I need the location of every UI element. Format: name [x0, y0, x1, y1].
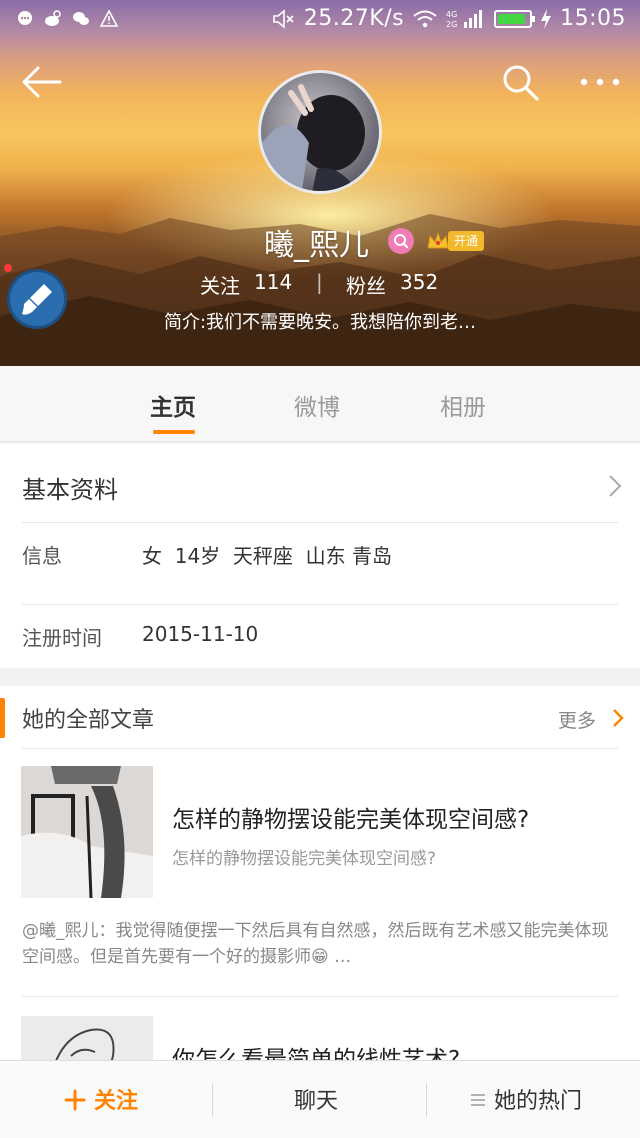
- following-label[interactable]: 关注: [200, 270, 240, 299]
- warning-icon: [100, 10, 118, 27]
- wechat-icon: [73, 12, 89, 25]
- battery-icon: [494, 9, 536, 28]
- more-articles-link[interactable]: 更多: [558, 706, 596, 733]
- nickname-row: 曦_熙儿 开通: [0, 218, 640, 263]
- still-life-photo: [21, 766, 153, 898]
- articles-card: 她的全部文章 更多 怎样的静物摆设能完美体现空间感? 怎样的静物摆设能完美体现空…: [0, 686, 640, 1076]
- weibo-icon: [45, 10, 61, 26]
- bio-text: 简介:我们不需要晚安。我想陪你到老…: [163, 312, 477, 333]
- status-bar: 25.27K/s 4G 2G 15:05: [0, 0, 640, 44]
- her-hot-button-label: 她的热门: [494, 1089, 583, 1114]
- follow-button[interactable]: 关注: [64, 1083, 138, 1115]
- crown-icon: [427, 231, 449, 249]
- vip-badge[interactable]: 开通: [426, 228, 485, 254]
- wifi-icon: [413, 10, 437, 27]
- customize-background-button[interactable]: [7, 269, 67, 329]
- bar-divider: [426, 1083, 427, 1117]
- chat-button-label: 聊天: [294, 1089, 339, 1114]
- svg-text:2G: 2G: [446, 20, 457, 29]
- chat-button[interactable]: 聊天: [294, 1083, 338, 1115]
- followers-count[interactable]: 352: [400, 270, 438, 294]
- follow-stats: 关注 114 | 粉丝 352: [0, 270, 640, 300]
- vip-activate-label: 开通: [448, 231, 485, 251]
- divider: [22, 604, 618, 605]
- active-tab-indicator: [153, 430, 195, 434]
- charging-icon: [541, 8, 552, 29]
- section-accent-bar: [0, 698, 5, 738]
- chevron-right-icon[interactable]: [612, 708, 624, 728]
- avatar[interactable]: [258, 70, 382, 194]
- mute-icon: [272, 8, 294, 29]
- network-speed: 25.27K/s: [303, 6, 405, 31]
- info-value: 女 14岁 天秤座 山东 青岛: [142, 544, 392, 568]
- divider: [22, 996, 618, 997]
- articles-section-title: 她的全部文章: [22, 708, 155, 733]
- follow-button-label: 关注: [94, 1089, 139, 1114]
- back-arrow-icon[interactable]: [20, 64, 64, 100]
- article-headline[interactable]: 怎样的静物摆设能完美体现空间感?: [172, 800, 529, 834]
- chat-bubble-icon: [18, 11, 32, 25]
- article-subtitle: 怎样的静物摆设能完美体现空间感?: [172, 849, 437, 869]
- divider: [22, 522, 618, 523]
- profile-header: 25.27K/s 4G 2G 15:05 曦_熙儿 开通 关注 114 | 粉丝…: [0, 0, 640, 366]
- basic-info-title[interactable]: 基本资料: [22, 470, 118, 505]
- svg-text:4G: 4G: [446, 10, 457, 19]
- more-options-icon[interactable]: [578, 70, 622, 94]
- profile-tabs: 主页 微博 相册: [0, 366, 640, 442]
- verified-badge[interactable]: [388, 228, 414, 254]
- menu-lines-icon: [471, 1094, 485, 1106]
- register-time-value: 2015-11-10: [142, 622, 259, 646]
- tab-home[interactable]: 主页: [150, 388, 196, 422]
- tab-album[interactable]: 相册: [440, 388, 486, 422]
- bottom-action-bar: 关注 聊天 她的热门: [0, 1060, 640, 1138]
- search-icon[interactable]: [500, 62, 540, 102]
- article-thumbnail[interactable]: [21, 766, 153, 898]
- followers-label[interactable]: 粉丝: [346, 270, 386, 299]
- brush-icon: [22, 284, 52, 315]
- following-count[interactable]: 114: [254, 270, 292, 294]
- plus-icon: [64, 1089, 86, 1111]
- stats-divider: |: [316, 270, 323, 294]
- cellular-signal-icon: 4G 2G: [446, 9, 483, 29]
- clock: 15:05: [560, 6, 626, 31]
- avatar-photo: [261, 84, 365, 191]
- battery-level: [498, 13, 526, 24]
- bar-divider: [212, 1083, 213, 1117]
- divider: [22, 748, 618, 749]
- notification-dot: [4, 264, 12, 272]
- chevron-right-icon[interactable]: [608, 474, 622, 498]
- tab-weibo[interactable]: 微博: [294, 388, 340, 422]
- info-label: 信息: [22, 544, 62, 568]
- basic-info-card: 基本资料 信息 女 14岁 天秤座 山东 青岛 注册时间 2015-11-10: [0, 444, 640, 668]
- her-hot-button[interactable]: 她的热门: [470, 1083, 582, 1115]
- article-excerpt[interactable]: @曦_熙儿：我觉得随便摆一下然后具有自然感，然后既有艺术感又能完美体现空间感。但…: [22, 918, 618, 970]
- register-time-label: 注册时间: [22, 626, 102, 650]
- nickname: 曦_熙儿: [264, 228, 369, 263]
- verify-search-icon: [394, 234, 409, 249]
- profile-screen: 25.27K/s 4G 2G 15:05 曦_熙儿 开通 关注 114 | 粉丝…: [0, 0, 640, 1138]
